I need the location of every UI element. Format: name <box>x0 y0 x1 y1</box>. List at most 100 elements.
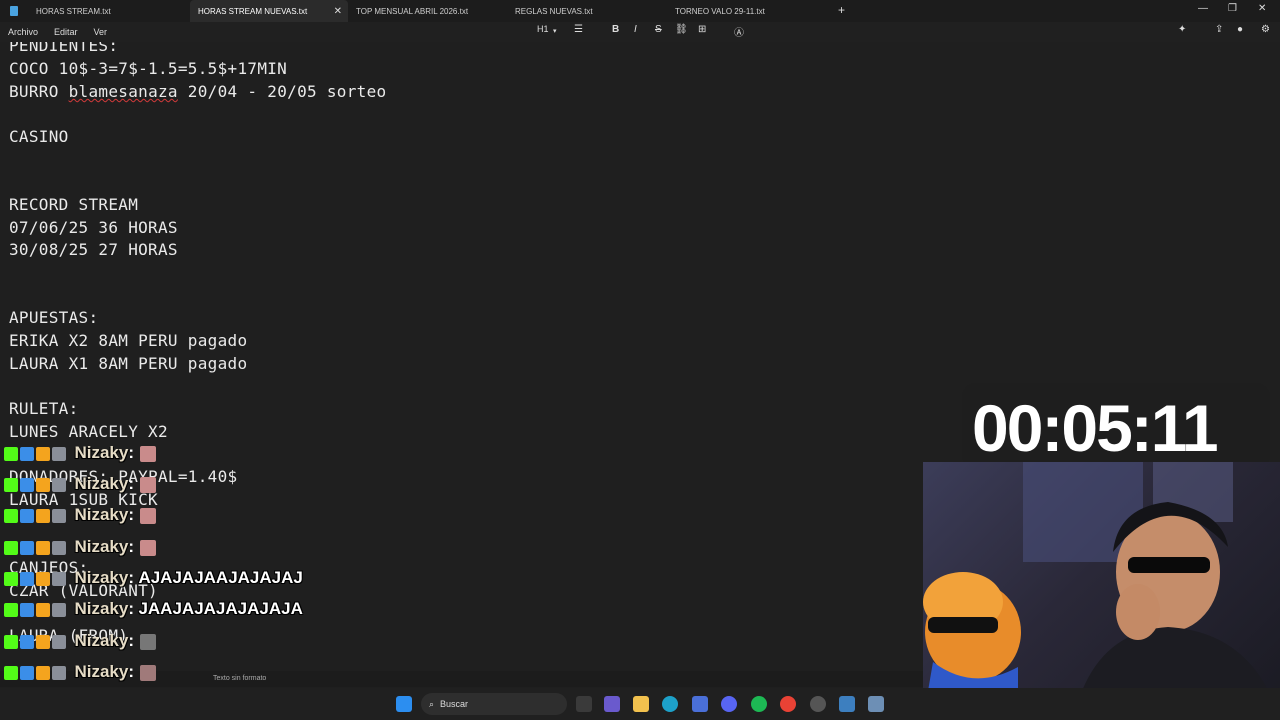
chat-badges <box>4 634 66 649</box>
tab-top-mensual[interactable]: TOP MENSUAL ABRIL 2026.txt <box>348 0 506 22</box>
copilot-icon[interactable]: ✦ <box>1178 24 1186 35</box>
sub-badge-icon <box>20 446 34 461</box>
tab-torneo-valo[interactable]: TORNEO VALO 29-11.txt <box>667 0 827 22</box>
chat-username: Nizaky <box>74 662 129 681</box>
chat-message: Nizaky: <box>4 662 157 682</box>
calculator-icon[interactable] <box>868 696 884 712</box>
kick-badge-icon <box>4 540 18 555</box>
copilot-app-icon[interactable] <box>604 696 620 712</box>
kick-badge-icon <box>4 508 18 523</box>
chevron-down-icon[interactable]: ▾ <box>553 27 557 35</box>
editor-line: COCO 10$-3=7$-1.5=5.5$+17MIN <box>9 59 288 78</box>
editor-line: APUESTAS: <box>9 308 99 327</box>
restore-icon[interactable]: ❐ <box>1228 3 1237 14</box>
windows-start-icon[interactable] <box>396 696 412 712</box>
chat-message: Nizaky: <box>4 537 157 557</box>
settings-icon[interactable]: ⚙ <box>1261 24 1270 35</box>
emote-icon <box>140 476 157 493</box>
text-format-label: Texto sin formato <box>213 675 267 682</box>
kick-badge-icon <box>4 571 18 586</box>
tab-horas-stream-nuevas[interactable]: HORAS STREAM NUEVAS.txt ✕ <box>190 0 348 22</box>
new-tab-icon[interactable]: + <box>838 3 845 17</box>
italic-icon[interactable]: I <box>634 24 637 35</box>
stream-timer: 00:05:11 <box>972 391 1219 465</box>
obs-icon[interactable] <box>810 696 826 712</box>
close-window-icon[interactable]: ✕ <box>1258 3 1266 14</box>
chat-message: Nizaky: JAAJAJAJAJAJAJA <box>4 599 303 619</box>
shield-badge-icon <box>52 446 66 461</box>
webcam-feed <box>923 462 1280 720</box>
emote-icon <box>140 664 157 681</box>
notepad-icon[interactable] <box>839 696 855 712</box>
chat-username: Nizaky <box>74 631 129 650</box>
emote-icon <box>140 507 157 524</box>
edge-icon[interactable] <box>662 696 678 712</box>
kick-badge-icon <box>4 665 18 680</box>
link-icon[interactable]: ⛓ <box>675 24 688 35</box>
kick-badge-icon <box>4 602 18 617</box>
gift-badge-icon <box>36 571 50 586</box>
chat-badges <box>4 477 66 492</box>
chat-username: Nizaky <box>74 599 129 618</box>
kick-badge-icon <box>4 634 18 649</box>
editor-line: LUNES ARACELY X2 <box>9 422 168 441</box>
chat-badges <box>4 602 66 617</box>
discord-icon[interactable] <box>721 696 737 712</box>
editor-line: ERIKA X2 8AM PERU pagado <box>9 331 248 350</box>
editor-line: 07/06/25 36 HORAS <box>9 218 178 237</box>
tab-horas-stream[interactable]: HORAS STREAM.txt <box>28 0 190 22</box>
chrome-icon[interactable] <box>780 696 796 712</box>
editor-line: LAURA X1 8AM PERU pagado <box>9 354 248 373</box>
chat-username: Nizaky <box>74 443 129 462</box>
chat-message: Nizaky: <box>4 505 157 525</box>
misspelled-word: blamesanaza <box>68 82 178 101</box>
editor-line: CASINO <box>9 127 69 146</box>
kick-badge-icon <box>4 477 18 492</box>
chat-username: Nizaky <box>74 537 129 556</box>
chat-message: Nizaky: <box>4 631 157 651</box>
editor-line: 30/08/25 27 HORAS <box>9 240 178 259</box>
minimize-icon[interactable]: — <box>1198 3 1208 14</box>
strikethrough-icon[interactable]: S <box>655 24 662 35</box>
share-icon[interactable]: ⇪ <box>1215 24 1223 35</box>
sub-badge-icon <box>20 602 34 617</box>
notepad-app-icon <box>0 0 28 22</box>
search-placeholder: Buscar <box>440 699 469 709</box>
spotify-icon[interactable] <box>751 696 767 712</box>
menu-editar[interactable]: Editar <box>54 27 78 37</box>
chat-username: Nizaky <box>74 568 129 587</box>
chat-badges <box>4 665 66 680</box>
chat-badges <box>4 508 66 523</box>
task-view-icon[interactable] <box>576 696 592 712</box>
heading-dropdown[interactable]: H1 <box>537 24 549 34</box>
gift-badge-icon <box>36 508 50 523</box>
clear-format-icon[interactable]: Ⓐ <box>734 24 744 39</box>
chat-username: Nizaky <box>74 474 129 493</box>
emote-icon <box>140 633 157 650</box>
bold-icon[interactable]: B <box>612 24 619 35</box>
table-icon[interactable]: ⊞ <box>698 24 706 35</box>
sub-badge-icon <box>20 508 34 523</box>
gift-badge-icon <box>36 634 50 649</box>
menu-bar: Archivo Editar Ver <box>0 22 1280 42</box>
list-icon[interactable]: ☰ <box>574 24 583 35</box>
gift-badge-icon <box>36 665 50 680</box>
chat-badges <box>4 540 66 555</box>
menu-ver[interactable]: Ver <box>94 27 108 37</box>
taskbar <box>0 688 1280 720</box>
chat-badges <box>4 446 66 461</box>
taskbar-search[interactable]: ⌕ Buscar <box>421 693 567 715</box>
store-icon[interactable] <box>692 696 708 712</box>
sub-badge-icon <box>20 665 34 680</box>
menu-archivo[interactable]: Archivo <box>8 27 38 37</box>
shield-badge-icon <box>52 477 66 492</box>
close-tab-icon[interactable]: ✕ <box>334 6 342 17</box>
editor-line: PENDIENTES: <box>9 42 119 55</box>
account-avatar[interactable]: ● <box>1237 24 1243 35</box>
shield-badge-icon <box>52 634 66 649</box>
sub-badge-icon <box>20 540 34 555</box>
chat-message: Nizaky: <box>4 474 157 494</box>
file-explorer-icon[interactable] <box>633 696 649 712</box>
shield-badge-icon <box>52 508 66 523</box>
tab-reglas-nuevas[interactable]: REGLAS NUEVAS.txt <box>507 0 667 22</box>
